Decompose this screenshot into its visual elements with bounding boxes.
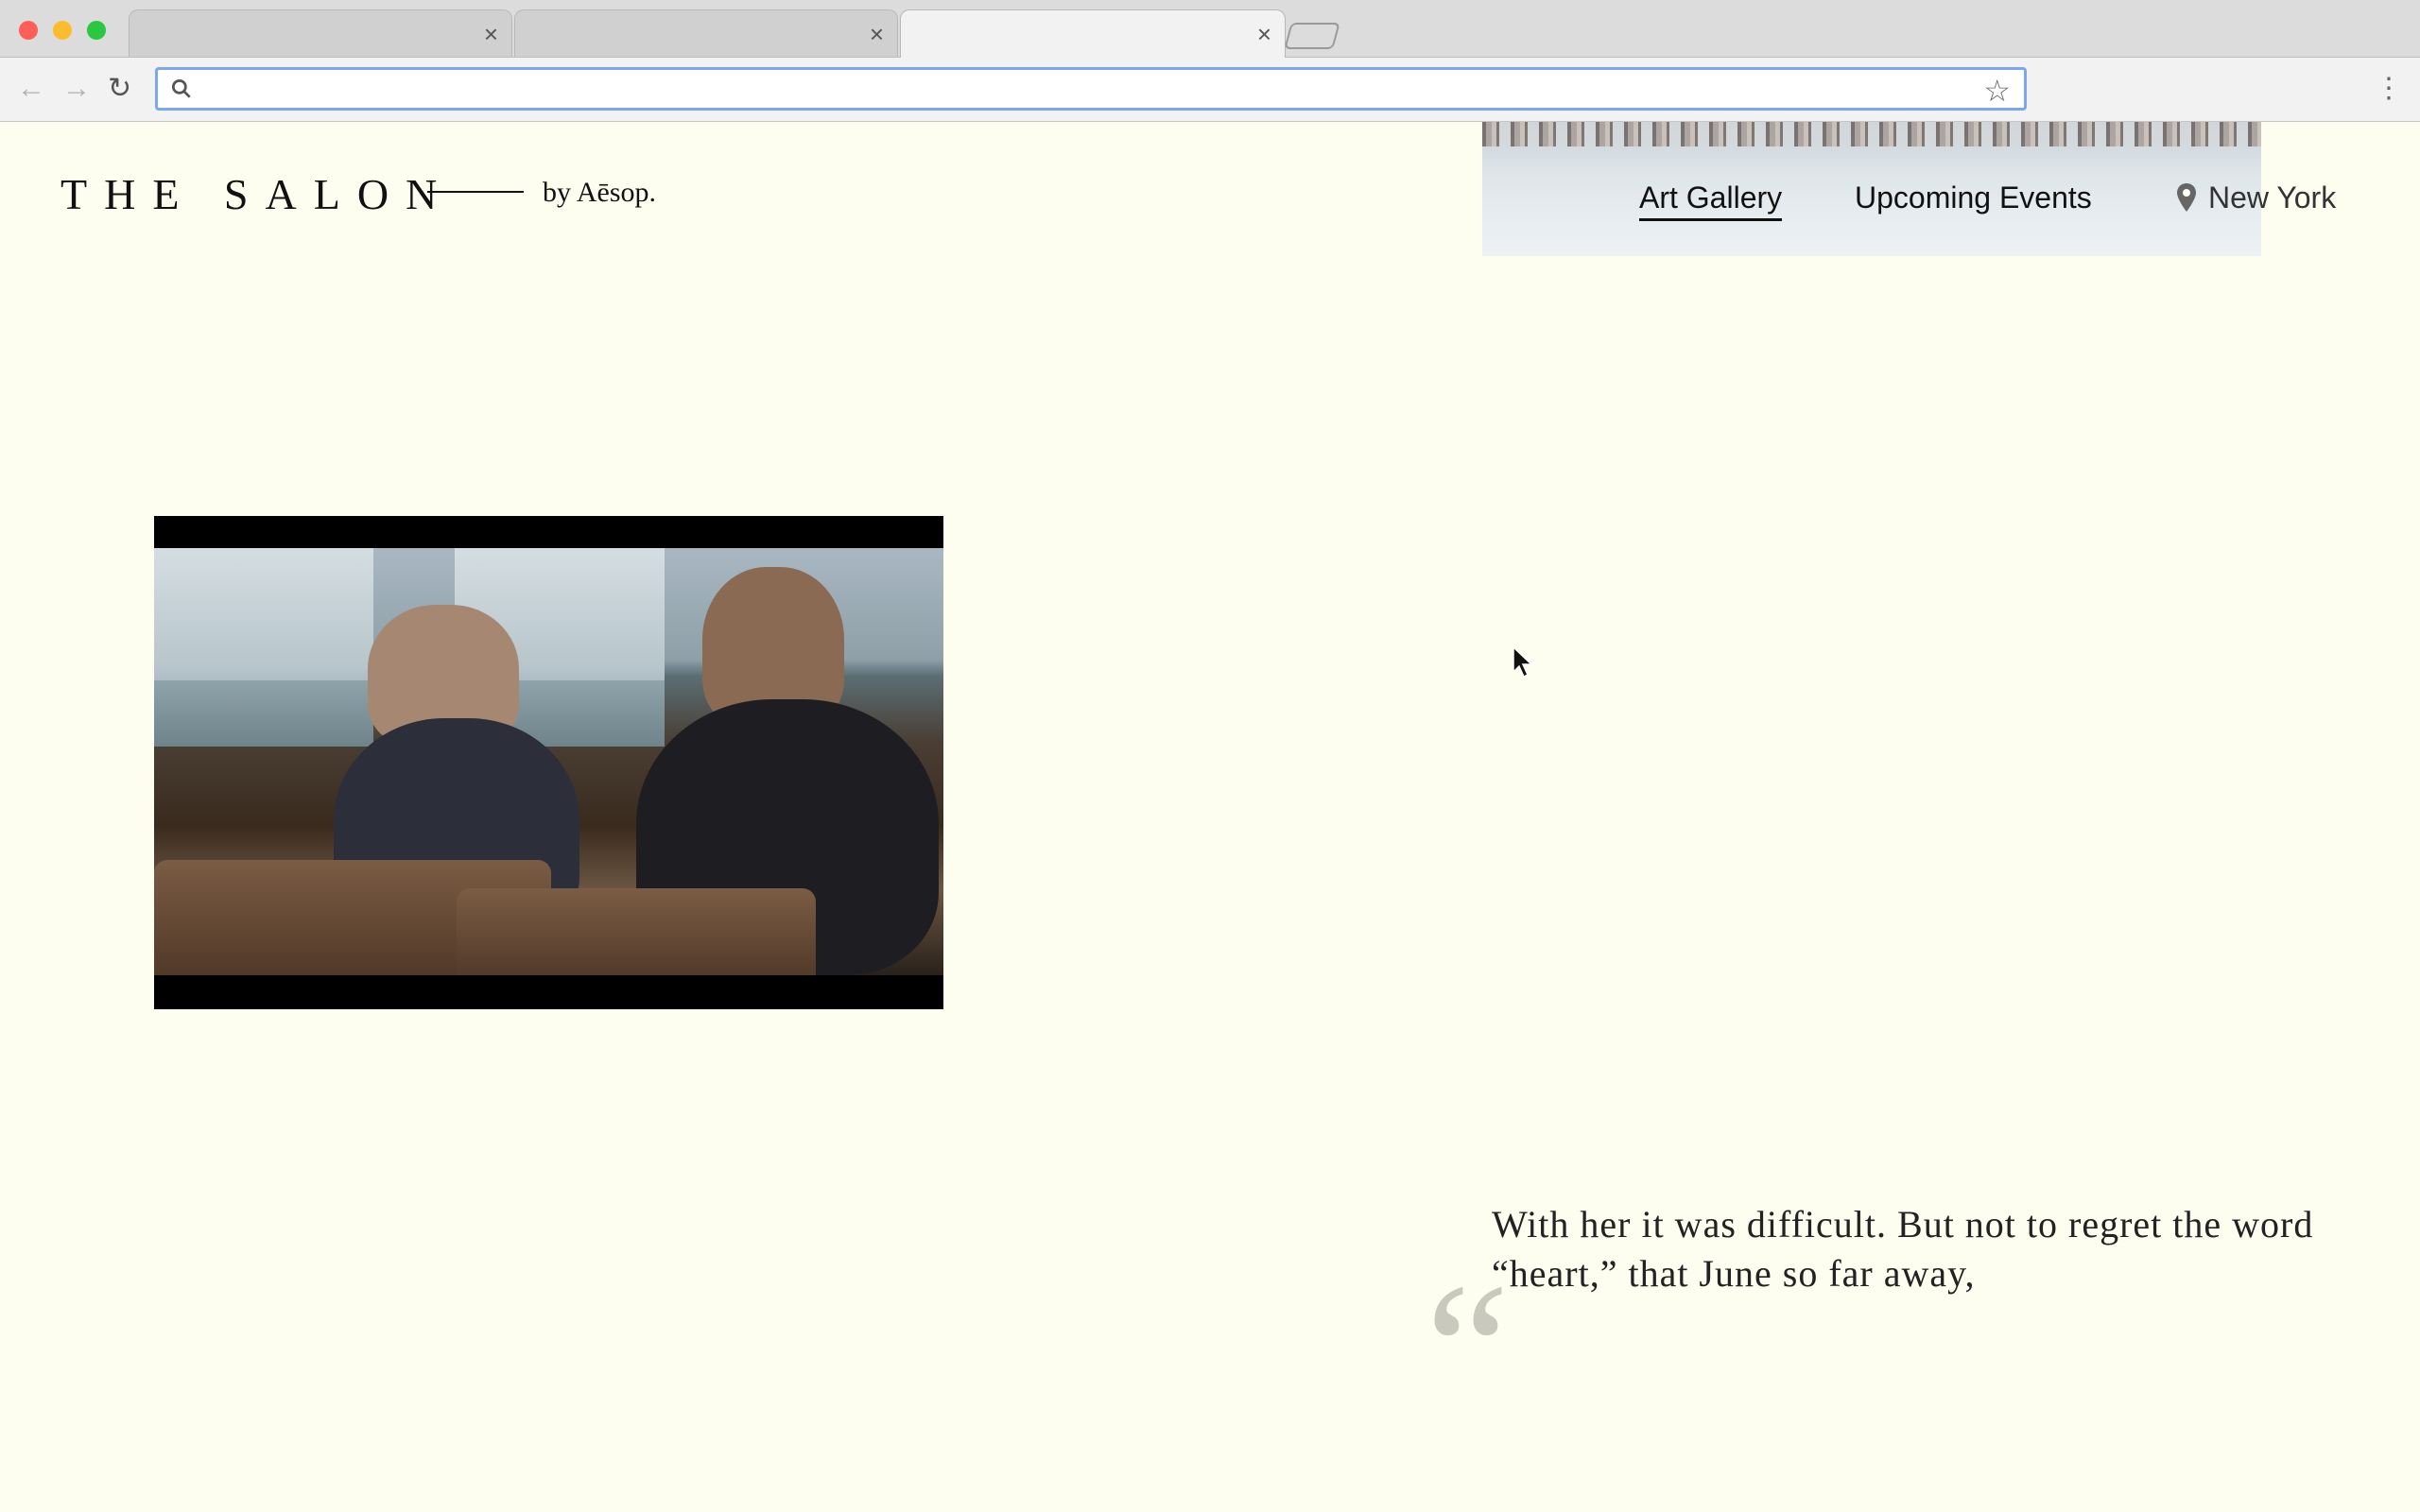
close-tab-icon[interactable]: × (1257, 22, 1271, 46)
bus-window (154, 548, 373, 747)
bookmark-star-icon[interactable]: ☆ (1983, 73, 2011, 109)
nav-upcoming-events[interactable]: Upcoming Events (1855, 179, 2092, 216)
quote-text: With her it was difficult. But not to re… (1492, 1203, 2314, 1295)
minimize-window-button[interactable] (53, 21, 72, 40)
back-icon[interactable]: ← (17, 73, 45, 105)
reload-icon[interactable]: ↻ (108, 73, 131, 105)
browser-tab-active[interactable]: × (900, 9, 1286, 58)
location-label[interactable]: New York (2208, 179, 2336, 216)
close-tab-icon[interactable]: × (870, 22, 884, 46)
new-tab-button[interactable] (1284, 23, 1340, 49)
address-bar[interactable]: ☆ (155, 67, 2027, 111)
logo-divider (427, 191, 524, 193)
forward-icon[interactable]: → (62, 73, 91, 105)
browser-menu-icon[interactable]: ⋮ (2375, 75, 2403, 103)
close-tab-icon[interactable]: × (484, 22, 498, 46)
location-pin-icon (2177, 183, 2196, 212)
browser-tab[interactable]: × (514, 9, 898, 57)
browser-toolbar: ← → ↻ ☆ ⋮ (0, 58, 2420, 122)
close-window-button[interactable] (19, 21, 38, 40)
video-player[interactable] (154, 516, 943, 1009)
page-content: THE SALON by Aēsop. Art Gallery Upcoming… (0, 122, 2420, 1512)
mouse-cursor-icon (1512, 646, 1533, 679)
video-frame (154, 548, 943, 975)
maximize-window-button[interactable] (87, 21, 106, 40)
browser-tab[interactable]: × (129, 9, 512, 57)
site-byline: by Aēsop. (543, 177, 656, 208)
bus-seat (457, 888, 816, 975)
browser-tab-bar: × × × (0, 0, 2420, 58)
beach-crowd-image (1482, 122, 2261, 146)
search-icon (171, 78, 191, 98)
nav-art-gallery[interactable]: Art Gallery (1639, 179, 1783, 221)
site-logo[interactable]: THE SALON (60, 169, 454, 219)
